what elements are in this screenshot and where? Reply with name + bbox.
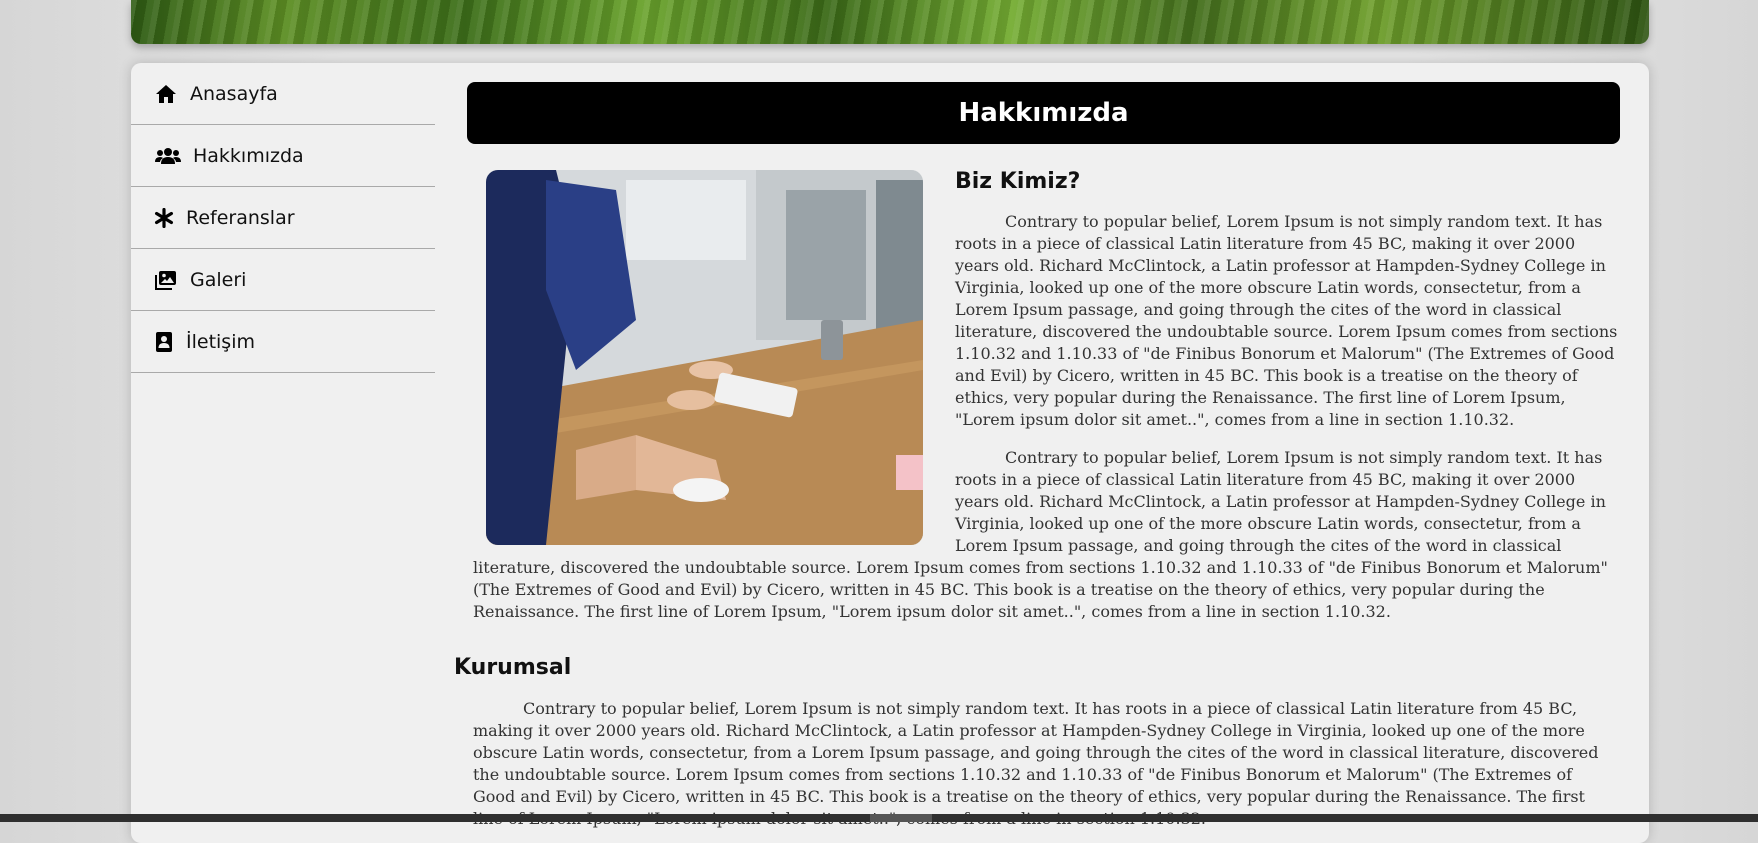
corporate-section: Kurumsal Contrary to popular belief, Lor… [454,655,1618,830]
sidebar-item-referanslar[interactable]: Referanslar [131,187,435,249]
office-photo [486,170,923,545]
content-area: Hakkımızda Biz Kimiz? Contrary to popula… [435,63,1649,843]
main-panel: Anasayfa Hakkımızda Referanslar Galeri İ… [131,63,1649,843]
sidebar-item-hakkimizda[interactable]: Hakkımızda [131,125,435,187]
asterisk-icon [154,206,174,230]
sidebar-nav: Anasayfa Hakkımızda Referanslar Galeri İ… [131,63,435,373]
corporate-paragraph: Contrary to popular belief, Lorem Ipsum … [473,699,1599,828]
sidebar-item-label: Galeri [190,268,247,291]
sidebar-item-label: Anasayfa [190,82,278,105]
sidebar-item-label: Referanslar [186,206,295,229]
page-title: Hakkımızda [958,98,1129,128]
header-banner-image [131,0,1649,44]
address-book-icon [154,330,174,354]
users-icon [154,144,181,168]
sidebar-item-label: Hakkımızda [193,144,304,167]
sidebar-item-label: İletişim [186,330,255,353]
section-heading-kurumsal: Kurumsal [454,655,572,680]
sidebar-item-anasayfa[interactable]: Anasayfa [131,63,435,125]
sidebar-item-galeri[interactable]: Galeri [131,249,435,311]
horizontal-scrollbar[interactable] [0,814,1758,822]
scrollbar-thumb[interactable] [870,814,932,822]
page-title-bar: Hakkımızda [467,82,1620,144]
home-icon [154,82,178,106]
images-icon [154,268,178,292]
sidebar-item-iletisim[interactable]: İletişim [131,311,435,373]
about-section: Biz Kimiz? Contrary to popular belief, L… [473,170,1618,639]
